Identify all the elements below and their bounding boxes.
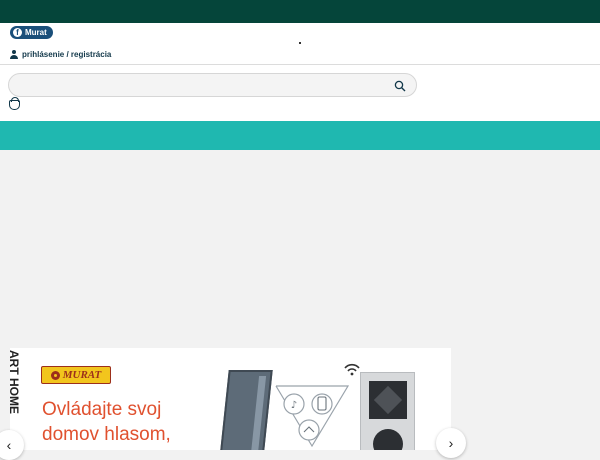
vertical-title-text: ART HOME: [10, 350, 21, 414]
murat-logo: MURAT: [41, 366, 111, 384]
user-icon: [10, 50, 18, 59]
logo-mark-icon: [50, 370, 60, 380]
smart-device-image: [219, 370, 273, 450]
search-icon[interactable]: [394, 79, 406, 92]
login-text: prihlásenie / registrácia: [22, 50, 112, 59]
facebook-icon: f: [13, 28, 22, 37]
navigation-band: [0, 121, 600, 150]
smart-switch-image: [360, 372, 415, 450]
divider-dot: [299, 42, 301, 44]
chevron-left-icon: ‹: [6, 437, 12, 453]
wifi-icon: [344, 363, 360, 376]
switch-touch-panel: [369, 381, 407, 419]
search-input[interactable]: [19, 77, 393, 95]
chevron-right-icon: ›: [448, 435, 454, 451]
login-link[interactable]: prihlásenie / registrácia: [10, 50, 111, 59]
carousel-prev-button[interactable]: ‹: [0, 430, 24, 460]
banner-headline: Ovládajte svoj domov hlasom,: [42, 397, 212, 447]
smart-features-diagram: ♪: [275, 385, 350, 448]
switch-socket: [373, 429, 403, 450]
cart-icon[interactable]: [9, 97, 20, 110]
headline-line-1: Ovládajte svoj: [42, 399, 162, 420]
top-bar: [0, 0, 600, 23]
facebook-link[interactable]: f Murat: [10, 26, 53, 39]
logo-text: MURAT: [62, 369, 102, 381]
headline-line-2: domov hlasom,: [42, 424, 171, 445]
search-bar: [8, 73, 417, 97]
facebook-label: Murat: [25, 28, 47, 37]
carousel-next-button[interactable]: ›: [436, 428, 466, 458]
header-divider: [0, 64, 600, 65]
promo-banner[interactable]: ART HOME MURAT Ovládajte svoj domov hlas…: [10, 348, 451, 450]
site-header: f Murat prihlásenie / registrácia: [0, 23, 600, 121]
svg-text:♪: ♪: [291, 400, 297, 411]
